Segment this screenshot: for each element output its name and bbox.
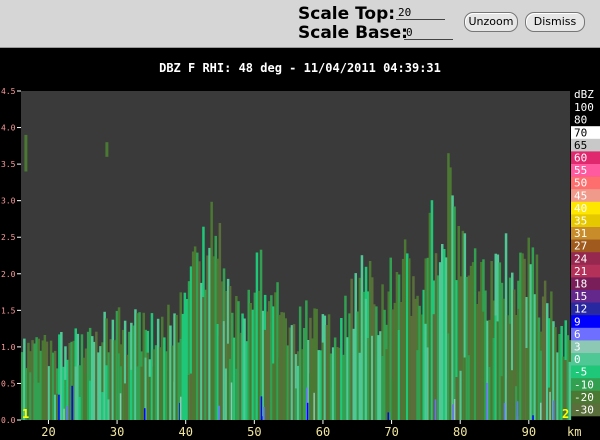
y-tick-label: 4.5 <box>1 87 16 96</box>
legend-title: dBZ <box>574 88 594 101</box>
corner-label-end: 2 <box>562 407 569 421</box>
echo-column <box>540 402 542 420</box>
x-tick-label: 90 <box>522 425 536 439</box>
echo-column <box>263 406 265 420</box>
x-tick-label: 80 <box>453 425 467 439</box>
echo-column <box>306 402 309 420</box>
echo-column <box>452 404 454 420</box>
y-tick-label: 0.0 <box>1 416 16 425</box>
echo-column <box>549 391 551 420</box>
echo-column <box>553 400 555 420</box>
legend-label: 9 <box>574 315 581 328</box>
echo-column <box>218 405 220 420</box>
x-tick-label: 40 <box>178 425 192 439</box>
echo-column <box>119 393 122 420</box>
legend-label: -10 <box>574 378 594 391</box>
echo-column <box>261 416 263 420</box>
legend-label: 50 <box>574 177 587 190</box>
echo-column <box>71 385 73 420</box>
legend-label: 40 <box>574 202 587 215</box>
echo-column <box>313 392 315 420</box>
legend-label: 21 <box>574 265 587 278</box>
legend-label: 31 <box>574 227 587 240</box>
y-tick-label: 2.5 <box>1 233 16 242</box>
echo-column <box>516 401 519 420</box>
legend-label: 35 <box>574 215 587 228</box>
y-tick-label: 2.0 <box>1 270 16 279</box>
legend-label: -5 <box>574 366 587 379</box>
legend-label: 3 <box>574 341 581 354</box>
isolated-echo <box>24 134 28 172</box>
echo-column <box>230 382 233 420</box>
echo-column <box>180 396 182 420</box>
rhi-plot: 0.00.51.01.52.02.53.03.54.04.520 30 40 50 60… <box>1 87 600 439</box>
echo-column <box>144 408 146 420</box>
x-axis-label: km <box>567 425 581 439</box>
y-tick-label: 3.0 <box>1 197 16 206</box>
echo-column <box>434 399 437 420</box>
corner-label-start: 1 <box>22 407 29 421</box>
legend-label: 12 <box>574 303 587 316</box>
x-tick-label: 70 <box>384 425 398 439</box>
x-tick-label: 20 <box>41 425 55 439</box>
legend-label: 18 <box>574 278 587 291</box>
echo-column <box>532 415 534 420</box>
y-tick-label: 4.0 <box>1 124 16 133</box>
legend-label: 100 <box>574 101 594 114</box>
isolated-echo <box>105 142 109 157</box>
echo-column <box>387 412 389 420</box>
echo-column <box>63 408 65 420</box>
echo-column <box>453 399 456 420</box>
x-tick-label: 50 <box>247 425 261 439</box>
legend-label: -30 <box>574 404 594 417</box>
echo-column <box>486 382 488 420</box>
y-tick-label: 3.5 <box>1 160 16 169</box>
x-tick-label: 60 <box>316 425 330 439</box>
legend-label: 60 <box>574 152 587 165</box>
legend-label: 55 <box>574 164 587 177</box>
legend-label: 80 <box>574 114 587 127</box>
legend-label: 0 <box>574 353 581 366</box>
legend-label: 6 <box>574 328 581 341</box>
legend-label: -20 <box>574 391 594 404</box>
y-tick-label: 0.5 <box>1 379 16 388</box>
y-tick-label: 1.5 <box>1 306 16 315</box>
legend-label: 45 <box>574 189 587 202</box>
echo-column <box>66 405 69 420</box>
legend-label: 27 <box>574 240 587 253</box>
legend-label: 65 <box>574 139 587 152</box>
x-tick-label: 30 <box>110 425 124 439</box>
y-tick-label: 1.0 <box>1 343 16 352</box>
echo-column <box>58 394 60 420</box>
echo-column <box>503 403 506 420</box>
legend-label: 15 <box>574 290 587 303</box>
legend-label: 70 <box>574 126 587 139</box>
legend-label: 24 <box>574 252 588 265</box>
